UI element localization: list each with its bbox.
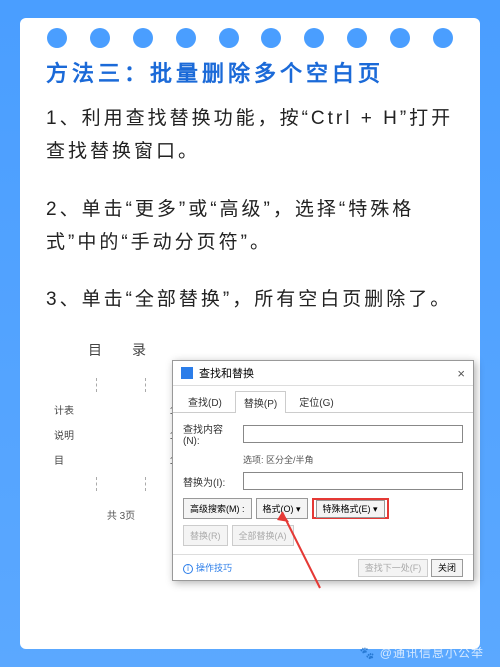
dialog-titlebar: 查找和替换 × [173, 361, 473, 386]
section-title: 方法三：批量删除多个空白页 [46, 56, 454, 88]
find-next-button[interactable]: 查找下一处(F) [358, 559, 429, 577]
find-input[interactable] [243, 425, 463, 443]
step-1: 1、利用查找替换功能，按“Ctrl + H”打开查找替换窗口。 [46, 102, 454, 169]
tab-find[interactable]: 查找(D) [179, 390, 231, 412]
info-icon: i [183, 564, 193, 574]
dialog-tabs: 查找(D) 替换(P) 定位(G) [173, 386, 473, 413]
dialog-title: 查找和替换 [199, 365, 254, 381]
options-label: 选项: [243, 455, 264, 465]
app-icon [181, 367, 193, 379]
close-button[interactable]: 关闭 [431, 559, 463, 577]
tips-link[interactable]: i操作技巧 [183, 561, 232, 574]
replace-input[interactable] [243, 472, 463, 490]
find-label: 查找内容(N): [183, 421, 237, 447]
replace-button[interactable]: 替换(R) [183, 525, 228, 546]
find-replace-dialog: 查找和替换 × 查找(D) 替换(P) 定位(G) 查找内容(N): 选项: 区… [172, 360, 474, 581]
replace-label: 替换为(I): [183, 474, 237, 489]
paper-card: 方法三：批量删除多个空白页 1、利用查找替换功能，按“Ctrl + H”打开查找… [20, 18, 480, 649]
step-2: 2、单击“更多”或“高级”，选择“特殊格式”中的“手动分页符”。 [46, 193, 454, 260]
replace-all-button[interactable]: 全部替换(A) [232, 525, 294, 546]
advanced-search-button[interactable]: 高级搜索(M) : [183, 498, 252, 519]
screenshot-area: 目 录 计表1 页 说明1 页 目1 页 共 3页 查找和替换 × 查找(D) … [46, 340, 454, 580]
tab-replace[interactable]: 替换(P) [235, 391, 286, 413]
tab-goto[interactable]: 定位(G) [290, 390, 342, 412]
special-format-button[interactable]: 特殊格式(E) ▾ [316, 500, 385, 518]
options-value: 区分全/半角 [266, 455, 314, 465]
close-icon[interactable]: × [457, 366, 465, 381]
highlight-annotation: 特殊格式(E) ▾ [312, 498, 389, 519]
spiral-holes [20, 28, 480, 48]
format-button[interactable]: 格式(O) ▾ [256, 498, 308, 519]
watermark: 🐾 @通讯信息小公举 [360, 644, 484, 661]
doc-toc-title: 目 录 [46, 340, 196, 360]
step-3: 3、单击“全部替换”，所有空白页删除了。 [46, 283, 454, 316]
